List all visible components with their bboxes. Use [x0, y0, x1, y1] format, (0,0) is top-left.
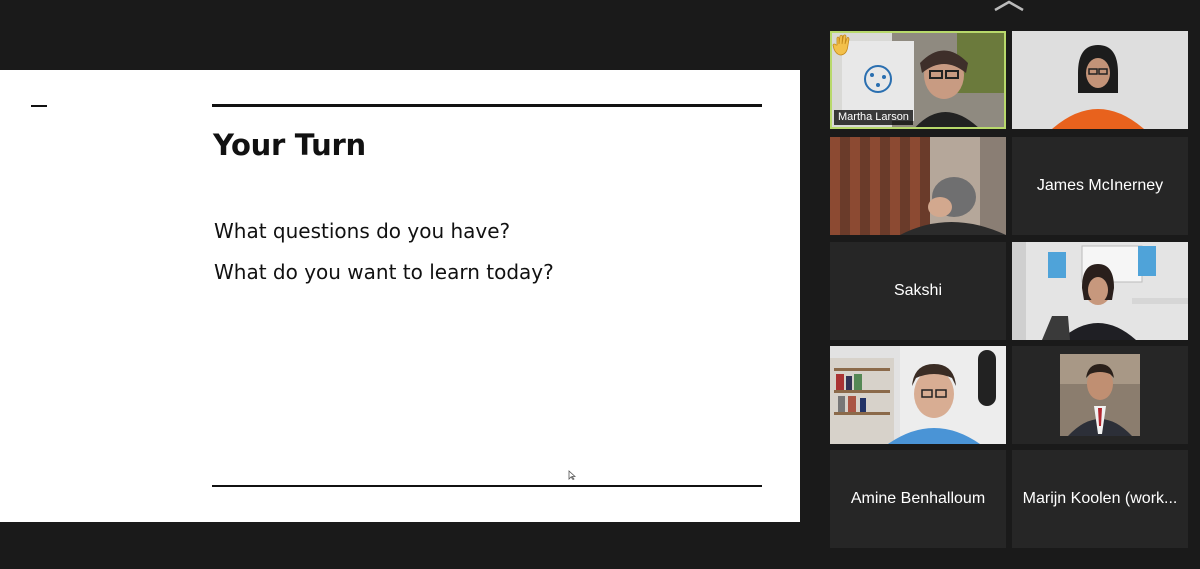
participant-name: Sakshi — [893, 282, 943, 299]
slide-line-1: What questions do you have? — [214, 219, 511, 243]
participant-tile-marijn-koolen[interactable]: Marijn Koolen (work... — [1012, 450, 1188, 548]
participant-name: James McInerney — [1036, 177, 1164, 194]
slide-top-rule — [212, 104, 762, 107]
participant-tile-james-mcinerney[interactable]: James McInerney — [1012, 137, 1188, 235]
slide-dash — [31, 105, 47, 107]
participant-video — [830, 137, 1006, 235]
participant-tile-amine-benhalloum[interactable]: Amine Benhalloum — [830, 450, 1006, 548]
slide-title: Your Turn — [213, 128, 366, 162]
participant-tile-3[interactable] — [830, 137, 1006, 235]
slide-bottom-rule — [212, 485, 762, 487]
participant-name: Martha Larson — [834, 110, 913, 125]
participant-tile-6[interactable] — [1012, 242, 1188, 340]
participant-video — [1012, 346, 1188, 444]
shared-screen: Your Turn What questions do you have? Wh… — [0, 70, 800, 522]
participant-video — [1012, 242, 1188, 340]
chevron-up-icon[interactable] — [993, 0, 1025, 12]
slide-line-2: What do you want to learn today? — [214, 260, 554, 284]
raised-hand-icon — [832, 34, 850, 56]
participant-video — [1012, 31, 1188, 129]
participant-name: Amine Benhalloum — [850, 490, 986, 507]
participant-tile-7[interactable] — [830, 346, 1006, 444]
participant-video — [830, 346, 1006, 444]
participant-tile-2[interactable] — [1012, 31, 1188, 129]
participant-tile-8[interactable] — [1012, 346, 1188, 444]
participant-name: Marijn Koolen (work... — [1022, 490, 1178, 507]
participant-tile-sakshi[interactable]: Sakshi — [830, 242, 1006, 340]
mouse-pointer-icon — [568, 470, 576, 480]
participant-tile-martha-larson[interactable]: Martha Larson — [830, 31, 1006, 129]
